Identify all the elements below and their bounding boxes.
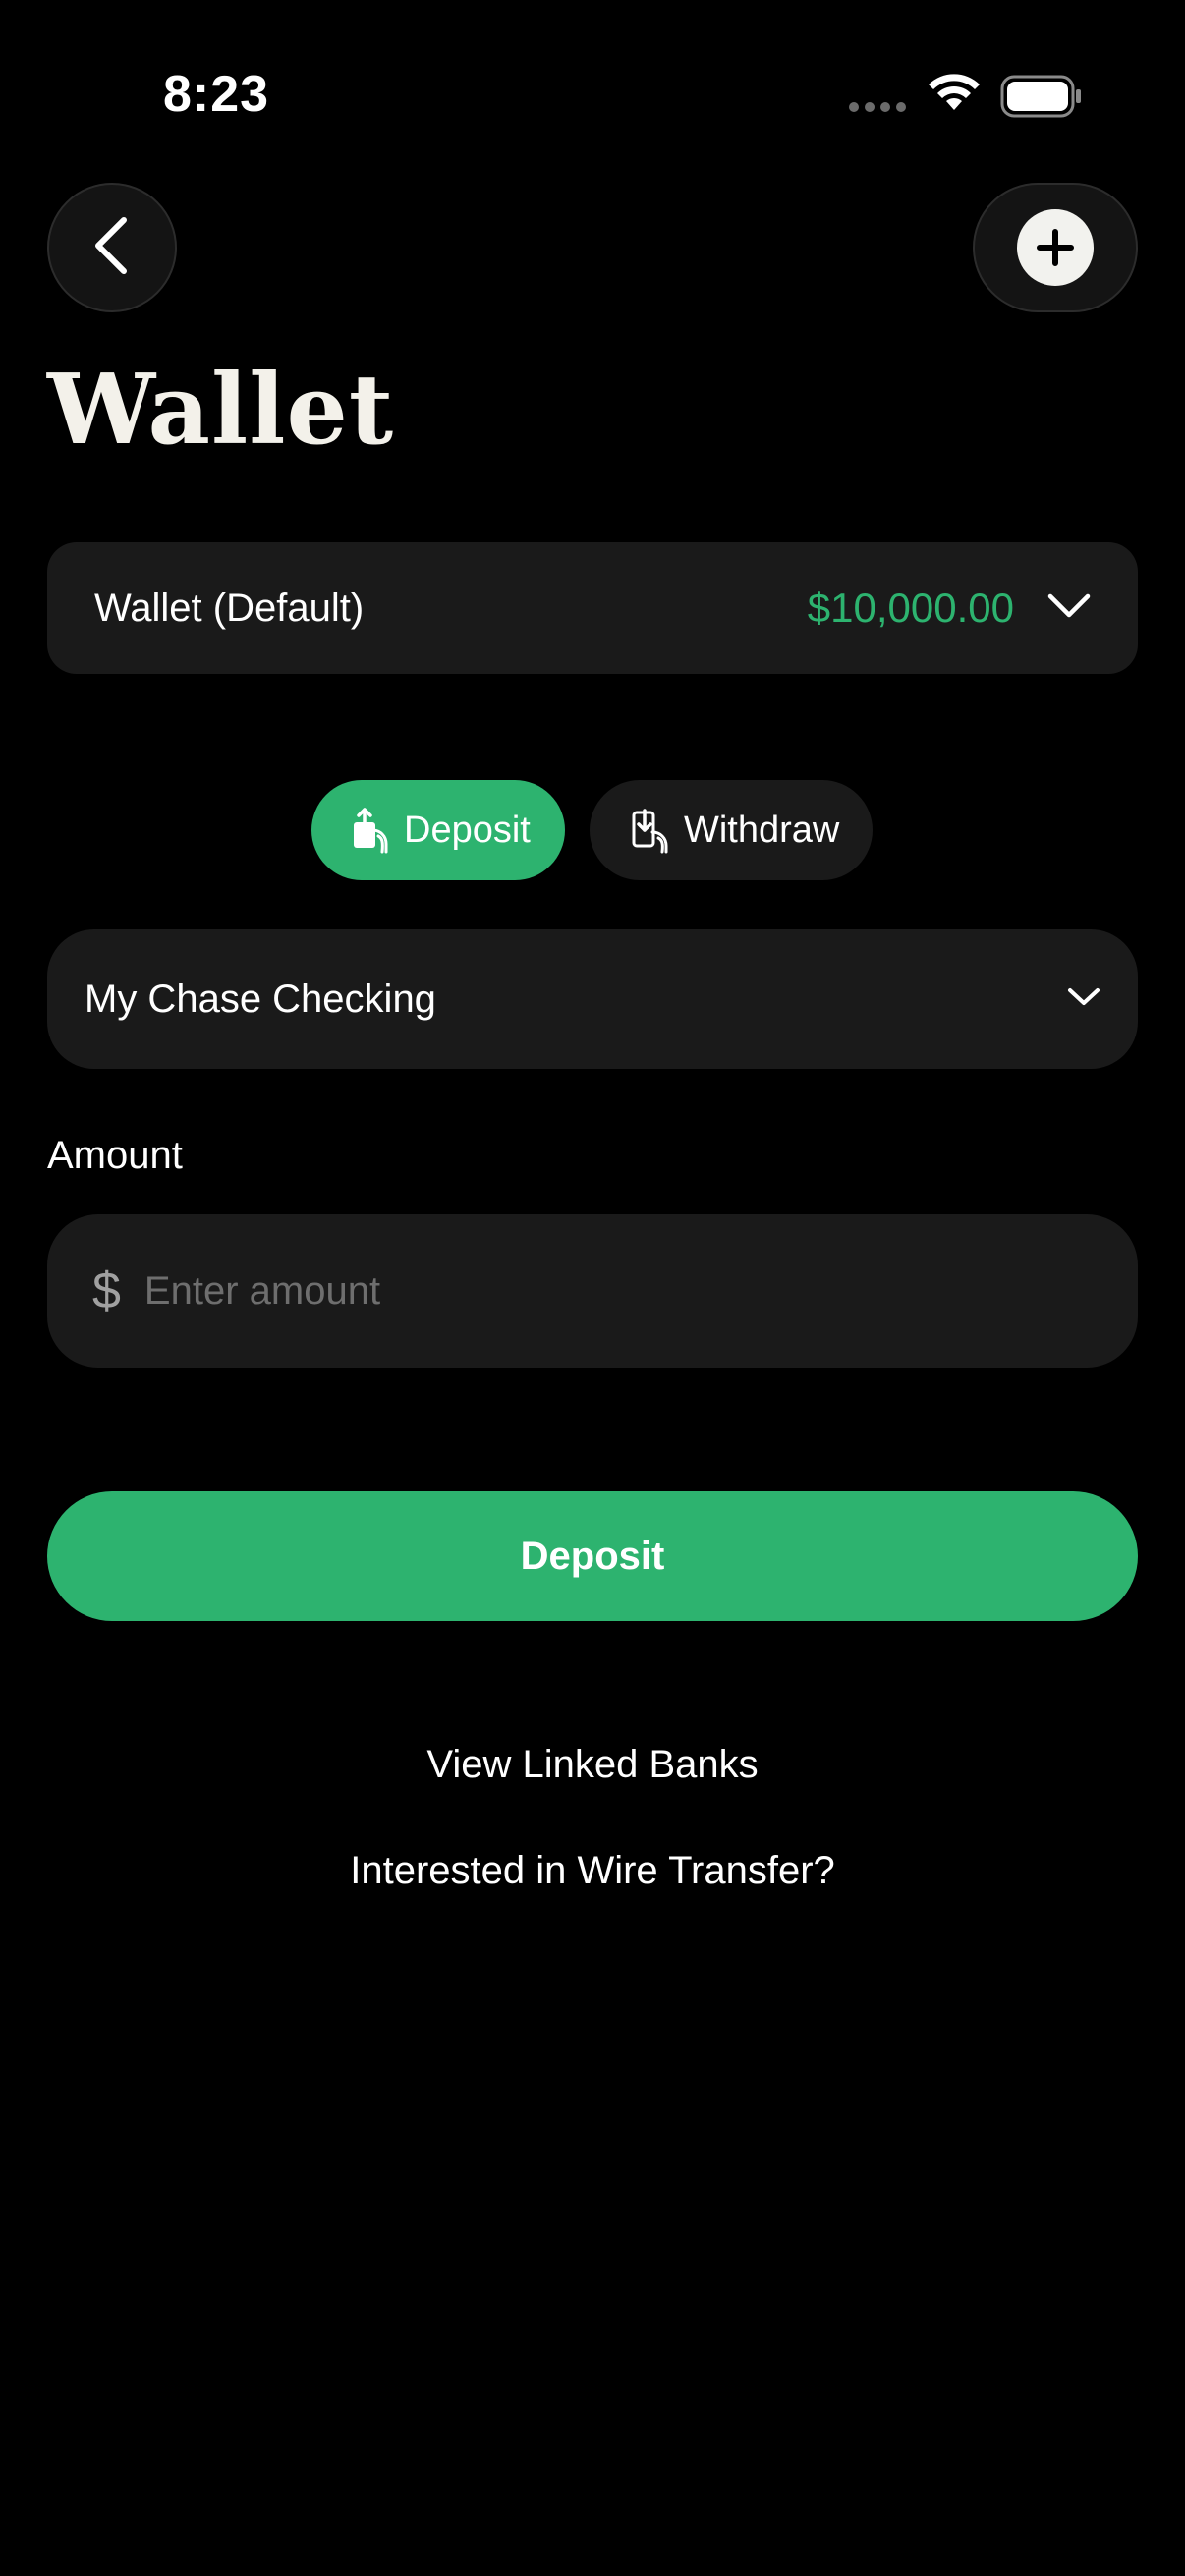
withdraw-icon	[631, 807, 670, 854]
tab-withdraw-label: Withdraw	[684, 809, 840, 851]
deposit-button[interactable]: Deposit	[47, 1491, 1138, 1621]
bank-account-name: My Chase Checking	[85, 977, 436, 1021]
tab-deposit-label: Deposit	[404, 809, 531, 851]
deposit-icon	[351, 807, 390, 854]
wallet-selector[interactable]: Wallet (Default) $10,000.00	[47, 542, 1138, 674]
wifi-icon	[928, 73, 981, 117]
view-linked-banks-link[interactable]: View Linked Banks	[0, 1743, 1185, 1787]
page-title: Wallet	[47, 354, 395, 467]
tab-deposit[interactable]: Deposit	[311, 780, 565, 880]
cellular-signal-icon	[849, 102, 906, 112]
amount-label: Amount	[47, 1134, 183, 1177]
tab-withdraw[interactable]: Withdraw	[590, 780, 873, 880]
wallet-name: Wallet (Default)	[94, 586, 365, 630]
status-time: 8:23	[163, 66, 270, 123]
wallet-balance: $10,000.00	[807, 585, 1014, 631]
add-button[interactable]	[973, 183, 1138, 312]
dollar-icon: $	[92, 1262, 121, 1319]
chevron-down-icon	[1067, 986, 1100, 1013]
wire-transfer-link[interactable]: Interested in Wire Transfer?	[0, 1849, 1185, 1893]
back-button[interactable]	[47, 183, 177, 312]
plus-icon	[1017, 209, 1094, 286]
amount-input[interactable]	[141, 1267, 1093, 1315]
amount-field[interactable]: $	[47, 1214, 1138, 1368]
chevron-left-icon	[90, 216, 134, 280]
bank-account-select[interactable]: My Chase Checking	[47, 929, 1138, 1069]
chevron-down-icon	[1047, 592, 1091, 625]
battery-icon	[1000, 75, 1083, 123]
